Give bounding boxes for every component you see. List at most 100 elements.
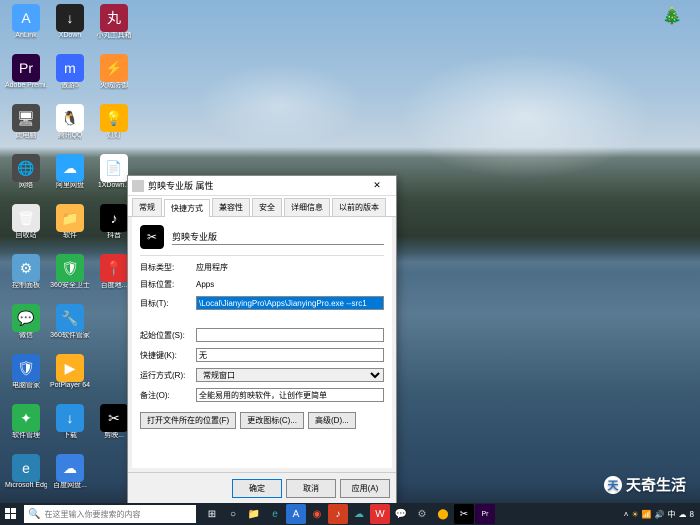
app-icon: ♪	[100, 204, 128, 232]
app-icon: ⚡	[100, 54, 128, 82]
explorer-icon[interactable]: 📁	[244, 504, 264, 524]
desktop-icon[interactable]: 🌐网络	[4, 154, 48, 202]
icon-label: 傲游5	[61, 82, 79, 90]
icon-label: 1XDown...	[98, 182, 130, 190]
watermark-logo-icon: 天	[604, 476, 622, 494]
app-icon-10[interactable]: Pr	[475, 504, 495, 524]
app-icon: ↓	[56, 404, 84, 432]
app-icon-6[interactable]: 💬	[391, 504, 411, 524]
tray-time[interactable]: 8	[690, 510, 694, 519]
desktop-icon[interactable]: 🖥此电脑	[4, 104, 48, 152]
tray-cloud-icon[interactable]: ☁	[679, 510, 687, 519]
app-icon: e	[12, 454, 40, 482]
desktop-icon[interactable]: ☁阿里网盘	[48, 154, 92, 202]
target-type-row: 目标类型: 应用程序	[140, 262, 384, 273]
app-name-input[interactable]	[172, 230, 384, 245]
desktop-icon[interactable]: 📁软件	[48, 204, 92, 252]
app-icon: 🔧	[56, 304, 84, 332]
desktop-icon[interactable]: ⚙控制面板	[4, 254, 48, 302]
target-input[interactable]	[196, 296, 384, 310]
tray-network-icon[interactable]: 📶	[642, 510, 652, 519]
advanced-button[interactable]: 高级(D)...	[308, 412, 356, 429]
app-icon-2[interactable]: ◉	[307, 504, 327, 524]
icon-label: 百度地...	[101, 282, 128, 290]
app-icon: 丸	[100, 4, 128, 32]
runmode-row: 运行方式(R): 常规窗口	[140, 368, 384, 382]
apply-button[interactable]: 应用(A)	[340, 479, 390, 498]
search-input[interactable]	[44, 510, 192, 519]
icon-label: 腾讯QQ	[58, 132, 83, 140]
desktop-icon[interactable]: ☁百度网盘...	[48, 454, 92, 502]
desktop-icon[interactable]: ⚡火绒防御	[92, 54, 136, 102]
tab-0[interactable]: 常规	[132, 198, 162, 216]
start-button[interactable]	[0, 503, 22, 525]
dialog-title: 剪映专业版 属性	[148, 179, 362, 192]
runmode-select[interactable]: 常规窗口	[196, 368, 384, 382]
desktop-icon[interactable]: ✦软件管理	[4, 404, 48, 452]
startin-input[interactable]	[196, 328, 384, 342]
tab-3[interactable]: 安全	[252, 198, 282, 216]
tab-5[interactable]: 以前的版本	[332, 198, 386, 216]
desktop-icon[interactable]: 🛡电脑管家	[4, 354, 48, 402]
dialog-panel: ✂ 目标类型: 应用程序 目标位置: Apps 目标(T): 起始位置(S):	[132, 217, 392, 468]
dialog-footer: 确定 取消 应用(A)	[128, 472, 396, 504]
taskbar-search[interactable]: 🔍	[24, 505, 196, 523]
icon-label: 下载	[63, 432, 77, 440]
target-type-label: 目标类型:	[140, 262, 192, 273]
comment-input[interactable]	[196, 388, 384, 402]
app-icon-5[interactable]: W	[370, 504, 390, 524]
app-icon-8[interactable]: ⬤	[433, 504, 453, 524]
desktop-icon[interactable]: ▶PotPlayer 64	[48, 354, 92, 402]
app-icon-1[interactable]: A	[286, 504, 306, 524]
tray-volume-icon[interactable]: 🔊	[655, 510, 665, 519]
dialog-titlebar[interactable]: 剪映专业版 属性 ✕	[128, 176, 396, 196]
app-icon-3[interactable]: ♪	[328, 504, 348, 524]
shortcut-input[interactable]	[196, 348, 384, 362]
tab-2[interactable]: 兼容性	[212, 198, 250, 216]
app-icon: ▶	[56, 354, 84, 382]
open-location-button[interactable]: 打开文件所在的位置(F)	[140, 412, 236, 429]
app-icon-9[interactable]: ✂	[454, 504, 474, 524]
app-icon-4[interactable]: ☁	[349, 504, 369, 524]
desktop-icon[interactable]: eMicrosoft Edge	[4, 454, 48, 502]
icon-label: XDown	[59, 32, 82, 40]
app-icon: ☁	[56, 454, 84, 482]
desktop-icon[interactable]: 🐧腾讯QQ	[48, 104, 92, 152]
app-icon: ✂	[140, 225, 164, 249]
ok-button[interactable]: 确定	[232, 479, 282, 498]
tab-1[interactable]: 快捷方式	[164, 199, 210, 217]
icon-label: 灯灯	[107, 132, 121, 140]
desktop-icon[interactable]: ↓下载	[48, 404, 92, 452]
comment-row: 备注(O):	[140, 388, 384, 402]
close-button[interactable]: ✕	[362, 180, 392, 191]
tray-weather-icon[interactable]: ☀	[631, 510, 638, 519]
windows-icon	[5, 508, 17, 520]
desktop-icon[interactable]: 🗑回收站	[4, 204, 48, 252]
tab-4[interactable]: 详细信息	[284, 198, 330, 216]
desktop-icon[interactable]: m傲游5	[48, 54, 92, 102]
target-row: 目标(T):	[140, 296, 384, 310]
app-icon: 📍	[100, 254, 128, 282]
desktop-icon[interactable]: 🛡360安全卫士	[48, 254, 92, 302]
desktop-icon[interactable]: 🔧360软件管家	[48, 304, 92, 352]
desktop-icon[interactable]: 丸小丸工具箱	[92, 4, 136, 52]
change-icon-button[interactable]: 更改图标(C)...	[240, 412, 304, 429]
desktop[interactable]: 🎄 AAnLink↓XDown丸小丸工具箱PrAdobe Premi...m傲游…	[0, 0, 700, 525]
app-icon-7[interactable]: ⚙	[412, 504, 432, 524]
desktop-icon[interactable]: 💡灯灯	[92, 104, 136, 152]
edge-icon[interactable]: e	[265, 504, 285, 524]
app-icon: 🖥	[12, 104, 40, 132]
icon-label: 阿里网盘	[56, 182, 84, 190]
desktop-icon[interactable]: 💬微信	[4, 304, 48, 352]
desktop-icon[interactable]: ↓XDown	[48, 4, 92, 52]
icon-label: 此电脑	[16, 132, 37, 140]
desktop-icon[interactable]: PrAdobe Premi...	[4, 54, 48, 102]
cancel-button[interactable]: 取消	[286, 479, 336, 498]
desktop-icon[interactable]: AAnLink	[4, 4, 48, 52]
task-view-icon[interactable]: ⊞	[202, 504, 222, 524]
startin-row: 起始位置(S):	[140, 328, 384, 342]
tray-up-icon[interactable]: ˄	[624, 510, 629, 519]
tray-ime-icon[interactable]: 中	[668, 509, 676, 520]
app-icon: 🐧	[56, 104, 84, 132]
cortana-icon[interactable]: ○	[223, 504, 243, 524]
